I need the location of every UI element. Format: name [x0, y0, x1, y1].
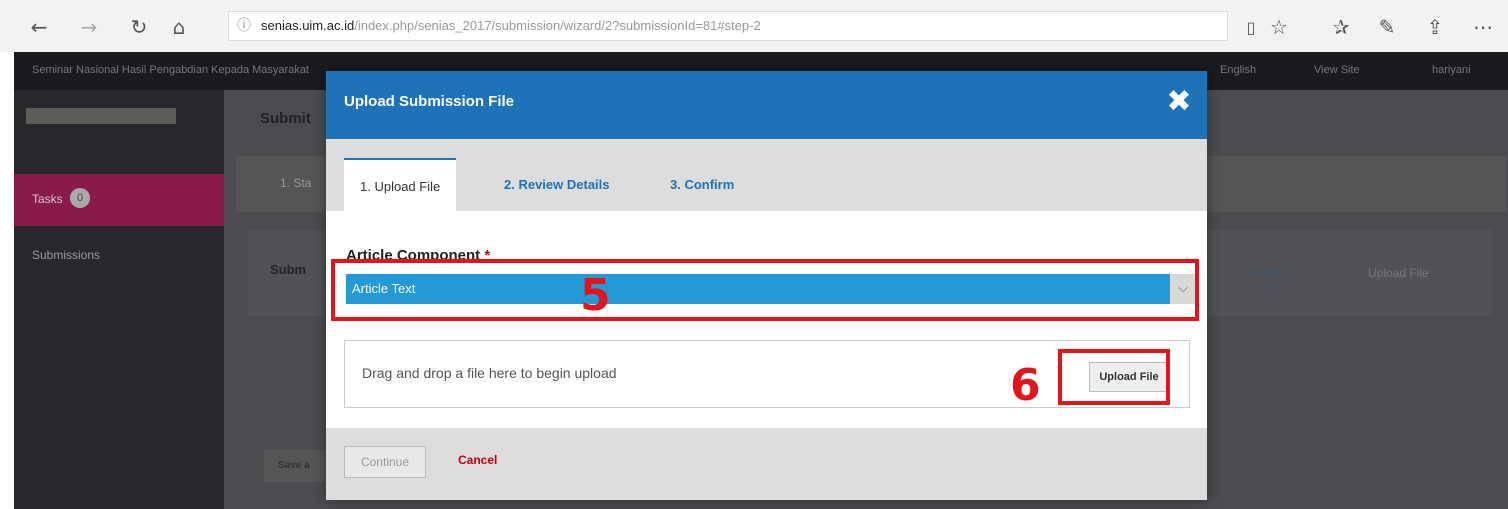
annotation-number-6: 6 — [1010, 360, 1041, 411]
tasks-count-badge: 0 — [70, 188, 90, 208]
refresh-icon[interactable]: ↻ — [122, 10, 156, 44]
modal-footer: Continue Cancel — [326, 428, 1207, 500]
sidebar-item-submissions[interactable]: Submissions — [32, 248, 100, 262]
sidebar-item-tasks[interactable]: Tasks 0 — [14, 174, 224, 226]
url-host: senias.uim.ac.id — [261, 18, 355, 33]
user-link[interactable]: hariyani — [1432, 64, 1471, 76]
annotation-box-6 — [1058, 349, 1170, 405]
tab-upload-file[interactable]: 1. Upload File — [344, 158, 457, 211]
annotation-box-5 — [331, 259, 1199, 321]
tab-review-details[interactable]: 2. Review Details — [488, 158, 626, 211]
modal-title: Upload Submission File — [344, 93, 515, 110]
share-icon[interactable]: ⇪ — [1418, 10, 1452, 44]
search-link[interactable]: Search — [1246, 266, 1284, 280]
save-continue-button[interactable]: Save a — [264, 450, 334, 482]
save-label: Save a — [278, 460, 310, 471]
favorite-star-icon[interactable]: ☆ — [1262, 10, 1296, 44]
page-title: Submit — [260, 110, 311, 127]
info-icon: ⓘ — [237, 18, 251, 34]
wizard-tab-start[interactable]: 1. Sta — [280, 176, 311, 190]
address-bar[interactable]: ⓘ senias.uim.ac.id/index.php/senias_2017… — [228, 11, 1228, 41]
upload-file-link[interactable]: Upload File — [1368, 266, 1429, 280]
pen-icon[interactable]: ✎ — [1370, 10, 1404, 44]
home-icon[interactable]: ⌂ — [162, 10, 196, 44]
sidebar-item-label: Tasks — [32, 192, 63, 206]
dropzone-text: Drag and drop a file here to begin uploa… — [362, 365, 617, 381]
close-icon[interactable]: ✖ — [1164, 87, 1194, 117]
favorites-list-icon[interactable]: ✰ — [1324, 10, 1358, 44]
modal-header: Upload Submission File ✖ — [326, 71, 1207, 139]
more-icon[interactable]: ⋯ — [1466, 10, 1500, 44]
tab-confirm[interactable]: 3. Confirm — [654, 158, 750, 211]
language-link[interactable]: English — [1220, 64, 1256, 76]
url-path: /index.php/senias_2017/submission/wizard… — [354, 18, 761, 33]
continue-button[interactable]: Continue — [344, 446, 426, 478]
annotation-number-5: 5 — [580, 270, 611, 321]
browser-toolbar: ← → ↻ ⌂ ⓘ senias.uim.ac.id/index.php/sen… — [0, 0, 1508, 52]
sidebar: Tasks 0 Submissions — [14, 90, 224, 509]
site-logo — [26, 108, 176, 124]
forward-icon[interactable]: → — [72, 10, 106, 44]
modal-tabs — [326, 139, 1207, 211]
site-title[interactable]: Seminar Nasional Hasil Pengabdian Kepada… — [32, 64, 309, 76]
back-icon[interactable]: ← — [22, 10, 56, 44]
cancel-link[interactable]: Cancel — [458, 453, 497, 467]
view-site-link[interactable]: View Site — [1314, 64, 1360, 76]
files-panel-title: Subm — [270, 262, 307, 277]
